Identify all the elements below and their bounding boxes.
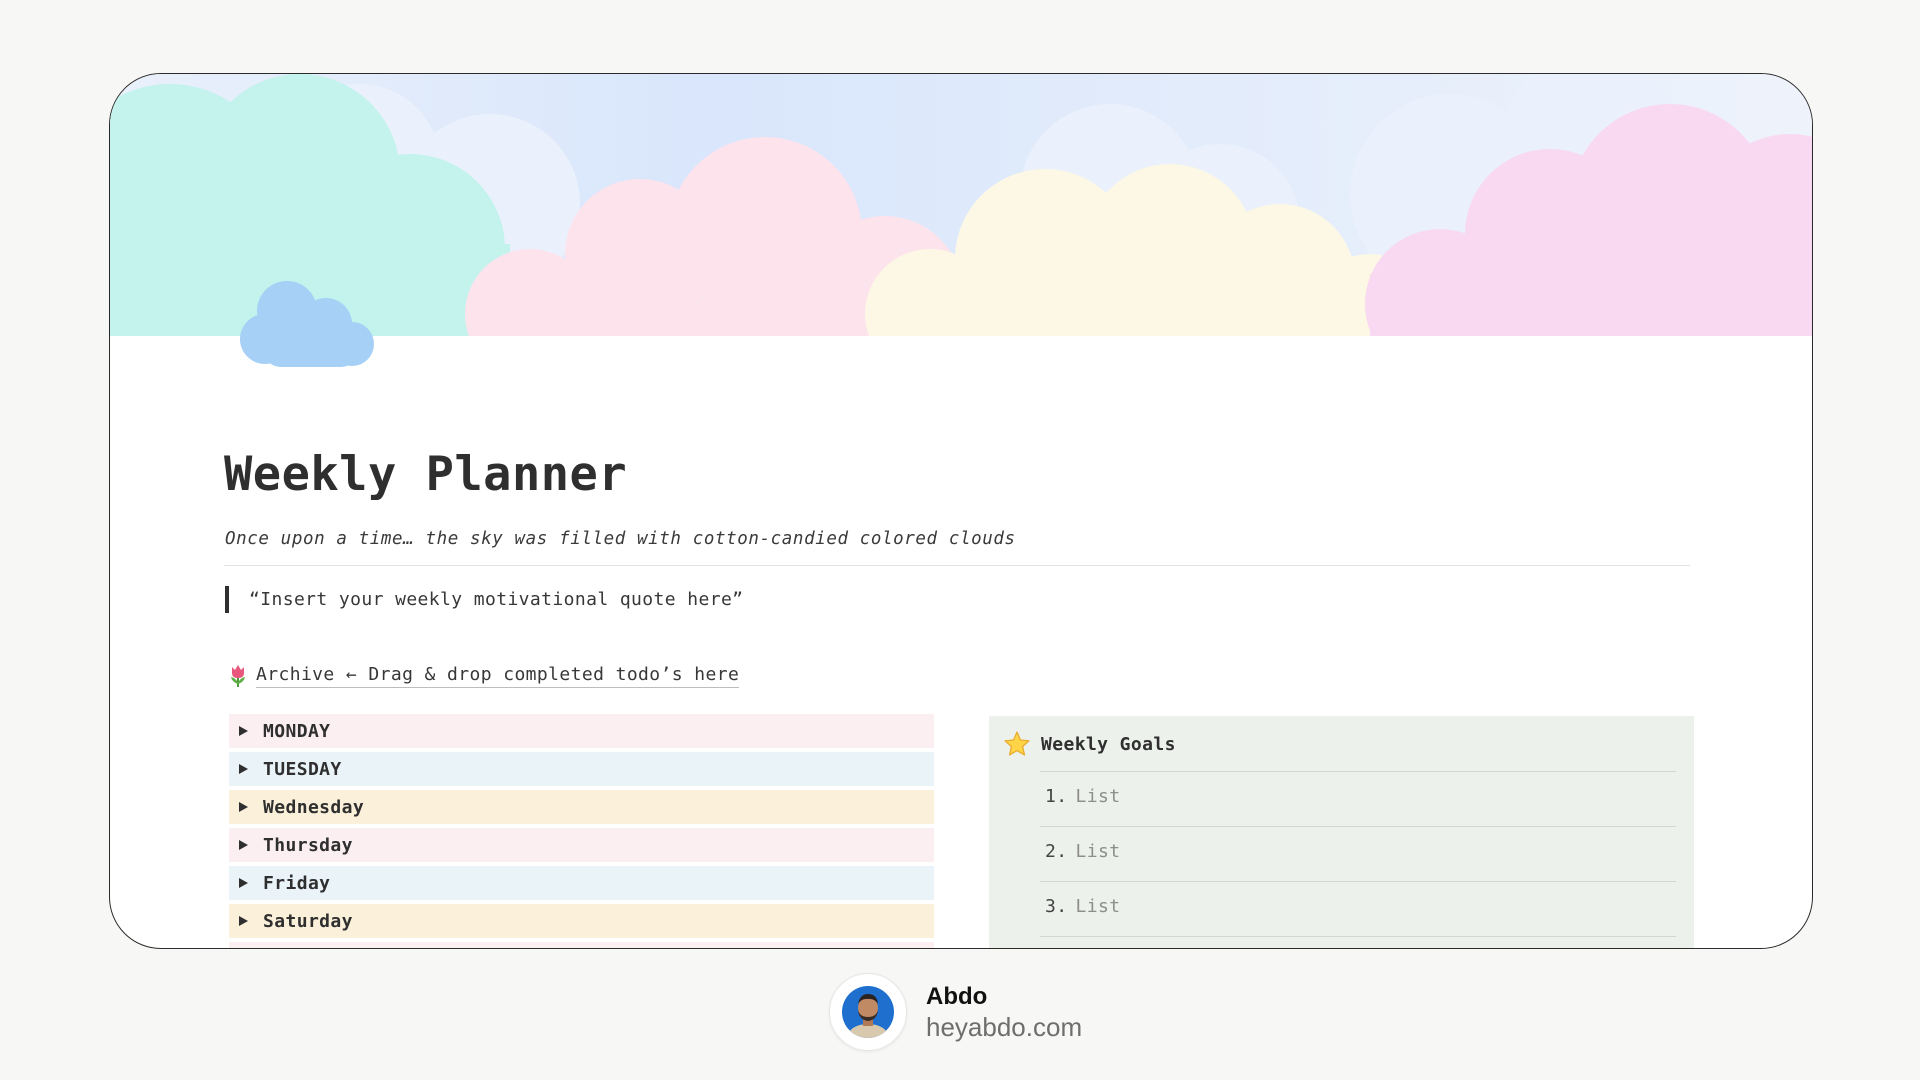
weekly-goals-callout: Weekly Goals 1. List 2. List 3. List [989, 716, 1694, 948]
page-title: Weekly Planner [224, 447, 628, 502]
goals-divider [1040, 936, 1676, 937]
goal-number: 2. [1045, 841, 1068, 862]
toggle-wednesday[interactable]: Wednesday [229, 790, 934, 824]
page-subtitle: Once upon a time… the sky was filled wit… [225, 529, 1016, 549]
toggle-arrow-icon[interactable] [239, 916, 248, 926]
toggle-arrow-icon[interactable] [239, 878, 248, 888]
toggle-label: Thursday [263, 834, 353, 856]
goal-text: List [1075, 841, 1121, 862]
avatar-portrait-icon [842, 986, 894, 1038]
goals-header: Weekly Goals [1003, 730, 1176, 758]
toggle-arrow-icon[interactable] [239, 802, 248, 812]
toggle-label: TUESDAY [263, 758, 342, 780]
divider [224, 565, 1690, 566]
toggle-label: Saturday [263, 910, 353, 932]
author-footer: Abdo heyabdo.com [829, 973, 1082, 1051]
toggle-arrow-icon[interactable] [239, 764, 248, 774]
toggle-sunday-partial[interactable] [229, 942, 934, 948]
quote-text: “Insert your weekly motivational quote h… [249, 589, 744, 610]
goal-item[interactable]: 3. List [1045, 896, 1120, 917]
archive-link-text: Archive ← Drag & drop completed todo’s h… [256, 664, 740, 688]
goals-divider [1040, 881, 1676, 882]
avatar[interactable] [829, 973, 907, 1051]
goals-title: Weekly Goals [1041, 733, 1176, 755]
toggle-arrow-icon[interactable] [239, 840, 248, 850]
goals-divider [1040, 826, 1676, 827]
quote-block: “Insert your weekly motivational quote h… [225, 586, 743, 613]
star-icon [1004, 731, 1030, 756]
toggle-tuesday[interactable]: TUESDAY [229, 752, 934, 786]
goal-text: List [1075, 786, 1121, 807]
page-card: Weekly Planner Once upon a time… the sky… [109, 73, 1813, 949]
day-toggle-list: MONDAY TUESDAY Wednesday Thursday Friday… [229, 714, 934, 948]
goal-item[interactable]: 2. List [1045, 841, 1120, 862]
goals-divider [1040, 771, 1676, 772]
archive-link[interactable]: Archive ← Drag & drop completed todo’s h… [228, 664, 740, 688]
toggle-label: MONDAY [263, 720, 331, 742]
toggle-saturday[interactable]: Saturday [229, 904, 934, 938]
goal-number: 3. [1045, 896, 1068, 917]
goal-item[interactable]: 1. List [1045, 786, 1120, 807]
tulip-icon [231, 665, 245, 687]
toggle-label: Friday [263, 872, 331, 894]
author-name: Abdo [926, 983, 988, 1010]
cloud-icon[interactable] [234, 274, 384, 374]
author-site[interactable]: heyabdo.com [926, 1012, 1082, 1042]
goal-number: 1. [1045, 786, 1068, 807]
toggle-label: Wednesday [263, 796, 365, 818]
toggle-monday[interactable]: MONDAY [229, 714, 934, 748]
goal-text: List [1075, 896, 1121, 917]
toggle-thursday[interactable]: Thursday [229, 828, 934, 862]
toggle-friday[interactable]: Friday [229, 866, 934, 900]
toggle-arrow-icon[interactable] [239, 726, 248, 736]
